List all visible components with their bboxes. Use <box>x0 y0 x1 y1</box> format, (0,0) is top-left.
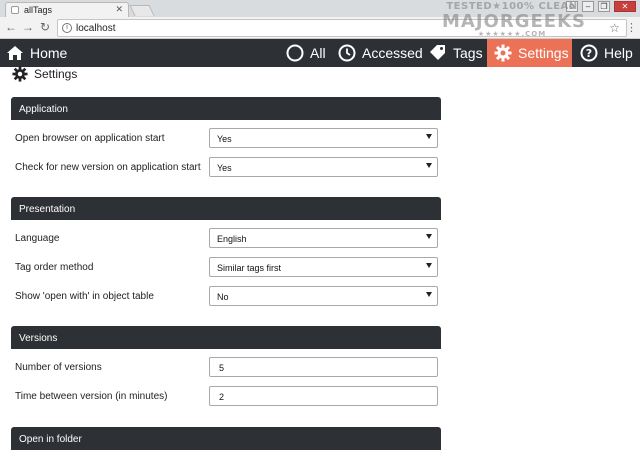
open-with-select[interactable]: No <box>209 286 438 306</box>
time-between-input[interactable]: 2 <box>209 386 438 406</box>
section-presentation-header: Presentation <box>11 197 441 220</box>
nav-all[interactable]: All <box>286 39 326 67</box>
nav-home-label: Home <box>30 45 68 61</box>
open-with-value: No <box>217 292 229 302</box>
nav-home[interactable]: Home <box>6 39 67 67</box>
browser-tab[interactable]: allTags ✕ <box>5 2 129 17</box>
circle-icon <box>286 44 304 62</box>
page-title-text: Settings <box>34 67 78 81</box>
tag-icon <box>430 45 445 60</box>
section-application-header: Application <box>11 97 441 120</box>
close-window-icon[interactable]: ✕ <box>614 1 636 12</box>
section-open-in-folder-header: Open in folder <box>11 427 441 450</box>
nav-accessed-label: Accessed <box>362 45 423 61</box>
check-version-select[interactable]: Yes <box>209 157 438 177</box>
tag-order-label: Tag order method <box>15 262 94 273</box>
language-value: English <box>217 234 247 244</box>
open-browser-value: Yes <box>217 134 232 144</box>
time-between-value: 2 <box>219 392 225 402</box>
nav-help-label: Help <box>604 45 633 61</box>
check-version-value: Yes <box>217 163 232 173</box>
dropdown-caret-icon <box>426 263 432 268</box>
nav-tags-label: Tags <box>453 45 483 61</box>
nav-help[interactable]: ? Help <box>580 39 633 67</box>
nav-settings[interactable]: Settings <box>487 39 572 67</box>
back-icon[interactable]: ← <box>4 20 18 34</box>
favicon-icon <box>11 6 19 14</box>
section-versions-header: Versions <box>11 326 441 349</box>
home-icon <box>7 46 23 60</box>
page-title: Settings <box>12 66 77 82</box>
dropdown-caret-icon <box>426 163 432 168</box>
open-browser-select[interactable]: Yes <box>209 128 438 148</box>
close-tab-icon[interactable]: ✕ <box>115 4 123 15</box>
dropdown-caret-icon <box>426 234 432 239</box>
num-versions-value: 5 <box>219 363 225 373</box>
svg-text:?: ? <box>586 47 592 60</box>
new-tab-button[interactable] <box>129 5 155 16</box>
forward-icon[interactable]: → <box>21 20 35 34</box>
watermark-line3: ★★★★★★.COM <box>477 30 547 38</box>
nav-accessed[interactable]: Accessed <box>338 39 423 67</box>
gear-icon <box>12 66 28 82</box>
nav-all-label: All <box>310 45 326 61</box>
num-versions-input[interactable]: 5 <box>209 357 438 377</box>
open-browser-label: Open browser on application start <box>15 133 165 144</box>
nav-settings-label: Settings <box>518 45 569 61</box>
tag-order-select[interactable]: Similar tags first <box>209 257 438 277</box>
watermark-line2: MAJORGEEKS <box>442 11 586 32</box>
open-with-label: Show 'open with' in object table <box>15 291 154 302</box>
dropdown-caret-icon <box>426 292 432 297</box>
language-select[interactable]: English <box>209 228 438 248</box>
info-icon[interactable]: i <box>62 23 72 33</box>
gear-icon <box>494 44 512 62</box>
question-icon: ? <box>580 44 598 62</box>
reload-icon[interactable]: ↻ <box>38 20 52 34</box>
app-navbar: Home All Accessed Tags Settings ? Help <box>0 39 640 67</box>
bookmark-star-icon[interactable]: ☆ <box>609 21 620 35</box>
num-versions-label: Number of versions <box>15 362 102 373</box>
check-version-label: Check for new version on application sta… <box>15 162 201 173</box>
dropdown-caret-icon <box>426 134 432 139</box>
restore-icon[interactable]: ❐ <box>598 1 610 12</box>
tab-title: allTags <box>24 5 53 15</box>
watermark: TESTED★100% CLEAN MAJORGEEKS ★★★★★★.COM <box>442 2 586 38</box>
url-text: localhost <box>76 23 116 34</box>
language-label: Language <box>15 233 60 244</box>
tag-order-value: Similar tags first <box>217 263 282 273</box>
time-between-label: Time between version (in minutes) <box>15 391 168 402</box>
nav-tags[interactable]: Tags <box>429 39 483 67</box>
browser-menu-icon[interactable]: ⋮ <box>626 21 637 34</box>
clock-icon <box>338 44 356 62</box>
